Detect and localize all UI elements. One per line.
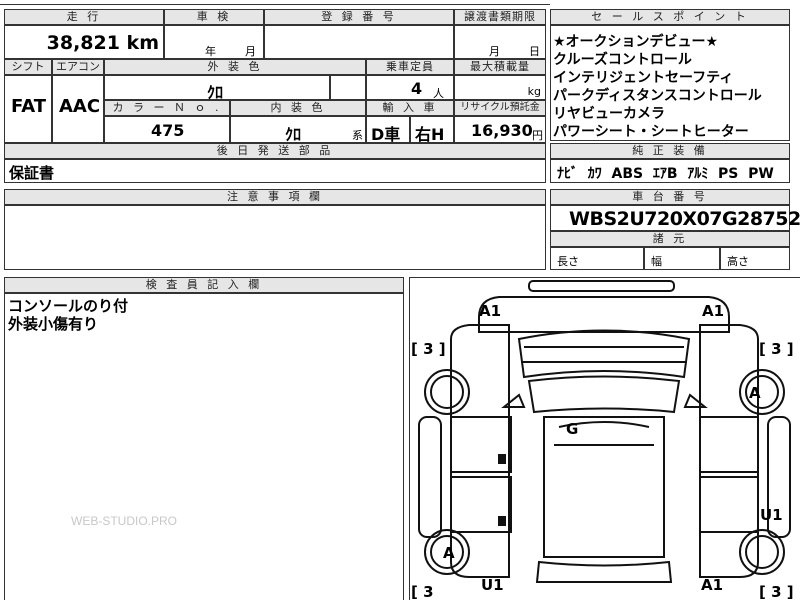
- ac-cell: AAC: [52, 75, 104, 143]
- equipment-cell: ﾅﾋﾞ ｶﾜ ABS ｴｱB ｱﾙﾐ PS PW: [550, 159, 790, 183]
- transfer-deadline-header: 譲渡書類期限: [454, 9, 546, 25]
- mark-u1-bottom: U1: [481, 576, 504, 594]
- after-parts-value: 保証書: [9, 164, 55, 182]
- mark-a-left-wheel: A: [443, 544, 455, 562]
- dimensions-header: 諸 元: [550, 231, 790, 247]
- dim-height-cell: 高さ: [720, 247, 790, 270]
- color-no-header: カ ラ ー Ｎ ｏ .: [104, 100, 230, 116]
- int-color-suffix: 系: [352, 129, 363, 142]
- mark-u1-right: U1: [760, 506, 783, 524]
- inspector-cell: コンソールのり付 外装小傷有り WEB-STUDIO.PRO: [4, 293, 404, 600]
- sales-points-header: セ ー ル ス ポ イ ン ト: [550, 9, 790, 25]
- mark-g-roof: G: [566, 420, 578, 438]
- inspection-year: 年: [205, 45, 216, 58]
- transfer-day: 日: [529, 45, 540, 58]
- shift-header: シフト: [4, 59, 52, 75]
- import-cell-1: D車: [366, 116, 410, 144]
- tire-left-top: [ 3 ]: [411, 340, 446, 358]
- car-diagram: A1 A1 A G U1 A U1 A1 [ 3 ] [ 3 ] [ 3 [ 3…: [411, 280, 794, 600]
- mileage-cell: 38,821 km: [4, 25, 164, 59]
- mark-a1-top-left: A1: [479, 302, 501, 320]
- watermark: WEB-STUDIO.PRO: [71, 514, 178, 528]
- notes-header: 注 意 事 項 欄: [4, 189, 546, 205]
- chassis-header: 車 台 番 号: [550, 189, 790, 205]
- equipment-value: ﾅﾋﾞ ｶﾜ ABS ｴｱB ｱﾙﾐ PS PW: [557, 166, 774, 182]
- registration-cell: [264, 25, 454, 59]
- chassis-value: WBS2U720X07G28752: [569, 208, 800, 230]
- tire-right-top: [ 3 ]: [759, 340, 794, 358]
- import-value-1: D車: [371, 125, 401, 144]
- ac-value: AAC: [59, 96, 101, 117]
- ext-color-extra: [330, 75, 366, 100]
- recycle-header: リサイクル預託金: [454, 100, 546, 116]
- capacity-unit: 人: [433, 87, 444, 100]
- int-color-header: 内 装 色: [230, 100, 366, 116]
- recycle-cell: 16,930 円: [454, 116, 546, 143]
- max-load-cell: kg: [454, 75, 546, 100]
- dim-width-cell: 幅: [644, 247, 720, 270]
- chassis-cell: WBS2U720X07G28752: [550, 205, 800, 231]
- mark-a-right-wheel: A: [749, 384, 761, 402]
- max-load-unit: kg: [527, 85, 541, 98]
- sales-point-5: リヤビューカメラ: [553, 106, 665, 122]
- transfer-month: 月: [489, 45, 500, 58]
- import-cell-2: 右H: [410, 116, 454, 144]
- tire-left-bottom: [ 3: [411, 583, 434, 600]
- int-color-value: ｸﾛ: [285, 125, 302, 144]
- inspector-line-2: 外装小傷有り: [8, 315, 99, 333]
- import-header: 輸 入 車: [366, 100, 454, 116]
- notes-cell: [4, 205, 546, 270]
- inspection-header: 車 検: [164, 9, 264, 25]
- shift-value: FAT: [11, 96, 47, 117]
- color-no-value: 475: [151, 121, 185, 140]
- sales-point-6: パワーシート・シートヒーター: [553, 124, 749, 140]
- ext-color-header: 外 装 色: [104, 59, 366, 75]
- mileage-header: 走 行: [4, 9, 164, 25]
- equipment-header: 純 正 装 備: [550, 143, 790, 159]
- inspection-month: 月: [245, 45, 256, 58]
- sales-point-2: クルーズコントロール: [553, 52, 692, 68]
- color-no-cell: 475: [104, 116, 230, 143]
- ac-header: エアコン: [52, 59, 104, 75]
- capacity-header: 乗車定員: [366, 59, 454, 75]
- recycle-unit: 円: [532, 129, 543, 142]
- ext-color-cell: ｸﾛ: [104, 75, 330, 102]
- capacity-cell: 4 人: [366, 75, 454, 100]
- transfer-cell: 月 日: [454, 25, 546, 59]
- shift-cell: FAT: [4, 75, 52, 143]
- inspection-cell: 年 月: [164, 25, 264, 59]
- sales-point-3: インテリジェントセーフティ: [553, 70, 734, 86]
- inspector-header: 検 査 員 記 入 欄: [4, 277, 404, 293]
- tire-right-bottom: [ 3 ]: [759, 583, 794, 600]
- dim-length-cell: 長さ: [550, 247, 644, 270]
- after-parts-header: 後 日 発 送 部 品: [4, 143, 546, 159]
- sales-points-cell: ★オークションデビュー★ クルーズコントロール インテリジェントセーフティ パー…: [550, 25, 790, 141]
- sales-point-1: ★オークションデビュー★: [553, 34, 719, 50]
- registration-header: 登 録 番 号: [264, 9, 454, 25]
- after-parts-cell: 保証書: [4, 159, 546, 183]
- dim-height-label: 高さ: [727, 255, 749, 268]
- import-value-2: 右H: [415, 125, 445, 144]
- dim-width-label: 幅: [651, 255, 662, 268]
- mark-a1-top-right: A1: [702, 302, 724, 320]
- max-load-header: 最大積載量: [454, 59, 546, 75]
- top-strip: [0, 0, 550, 5]
- recycle-value: 16,930: [471, 121, 533, 140]
- mark-a1-bottom-right: A1: [701, 576, 723, 594]
- int-color-cell: ｸﾛ 系: [230, 116, 366, 144]
- mileage-value: 38,821 km: [46, 32, 159, 54]
- sales-point-4: パークディスタンスコントロール: [553, 88, 762, 104]
- dim-length-label: 長さ: [557, 255, 579, 268]
- capacity-value: 4: [411, 79, 423, 98]
